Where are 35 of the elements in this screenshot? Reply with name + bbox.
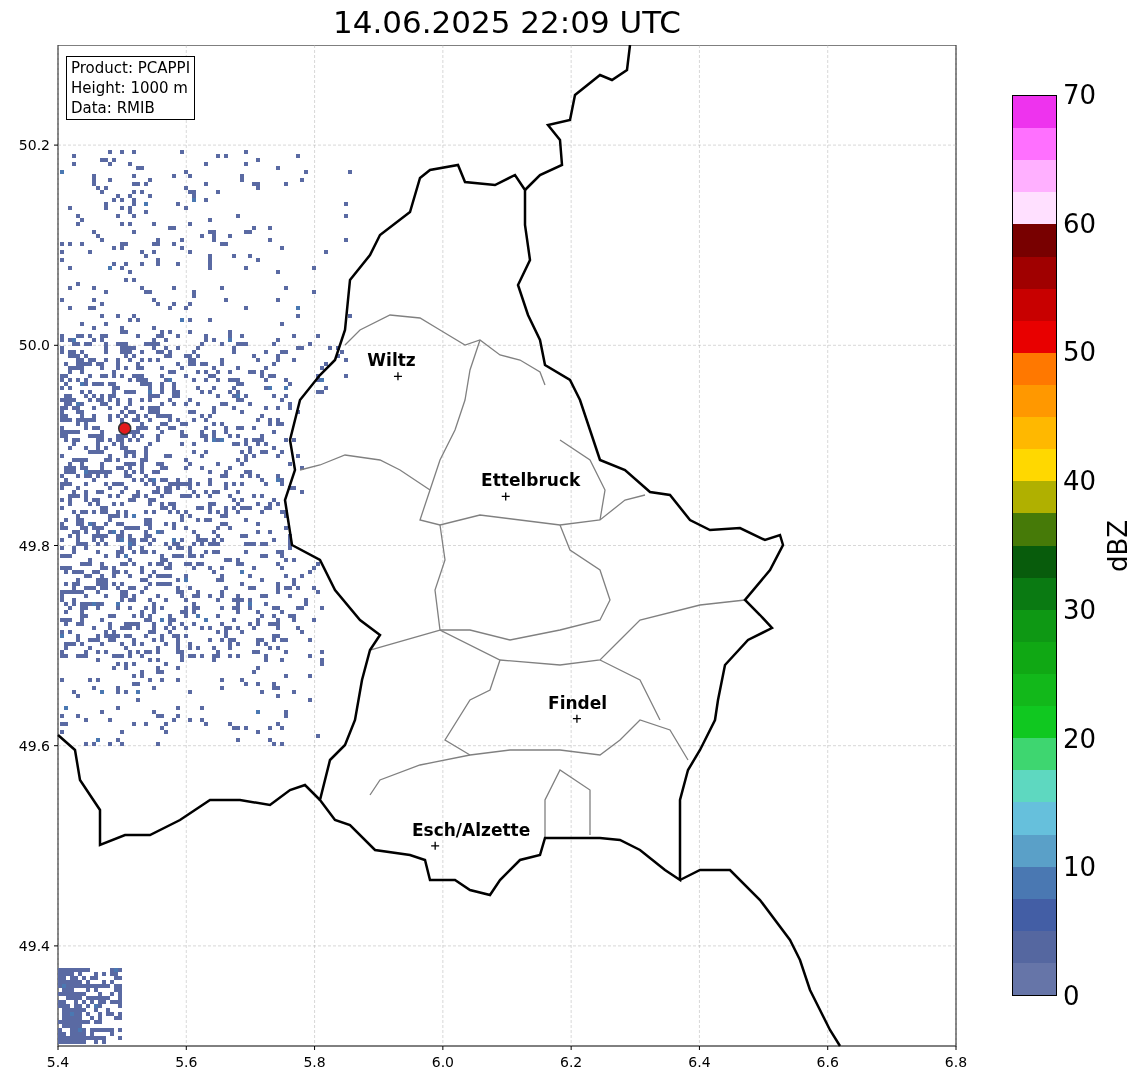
- y-tick-label: 49.4: [18, 937, 50, 954]
- colorbar-tick-label: 0: [1063, 981, 1080, 1011]
- x-tick-label: 6.6: [816, 1054, 839, 1070]
- y-tick-label: 50.2: [18, 137, 50, 154]
- x-tick-label: 6.0: [431, 1054, 454, 1070]
- x-tick-label: 5.8: [303, 1054, 326, 1070]
- colorbar-tick-label: 60: [1063, 208, 1097, 239]
- colorbar-tick-label: 10: [1063, 852, 1097, 883]
- colorbar-tick-label: 30: [1063, 594, 1097, 625]
- colorbar-tick-label: 50: [1063, 337, 1097, 368]
- radar-site-marker: [117, 421, 132, 436]
- x-tick-label: 5.6: [175, 1054, 198, 1070]
- info-text: Height: 1000 m: [71, 78, 189, 98]
- info-text: Product: PCAPPI: [71, 58, 191, 78]
- info-text: Data: RMIB: [71, 98, 156, 118]
- chart-title: 14.06.2025 22:09 UTC: [332, 3, 682, 42]
- colorbar-tick-label: 20: [1063, 723, 1097, 754]
- city-marker: [501, 491, 511, 502]
- city-label: Wiltz: [367, 350, 416, 371]
- y-tick-label: 50.0: [18, 337, 50, 354]
- city-label: Ettelbruck: [481, 470, 581, 491]
- y-tick-label: 49.8: [18, 537, 50, 554]
- x-tick-label: 6.8: [944, 1054, 968, 1070]
- city-label: Findel: [548, 692, 608, 713]
- y-tick-label: 49.6: [18, 737, 50, 754]
- city-marker: [572, 714, 582, 724]
- x-tick-label: 6.2: [560, 1054, 583, 1070]
- x-tick-label: 5.4: [46, 1054, 70, 1070]
- city-marker: [393, 371, 403, 381]
- colorbar-label: dBZ: [1103, 516, 1131, 575]
- colorbar-tick-label: 70: [1063, 80, 1097, 110]
- city-label: Esch/Alzette: [411, 819, 531, 840]
- colorbar-tick-label: 40: [1063, 466, 1097, 497]
- city-marker: [430, 841, 440, 851]
- x-tick-label: 6.4: [688, 1054, 711, 1070]
